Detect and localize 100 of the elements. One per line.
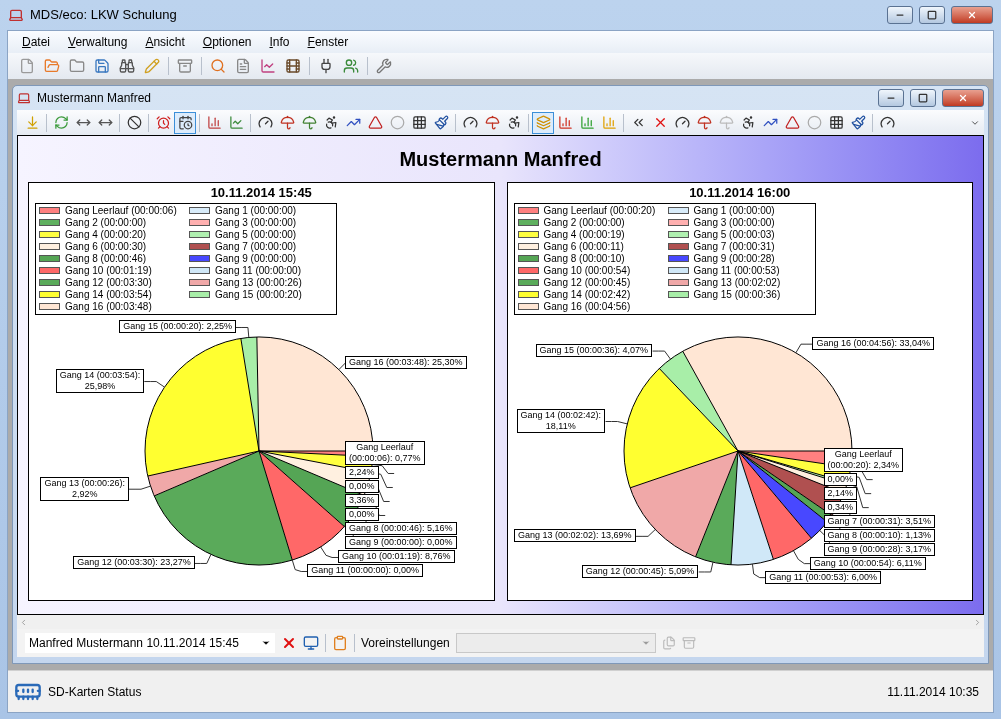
legend-label: Gang 13 (00:02:02) (693, 276, 781, 289)
close-button[interactable] (942, 89, 984, 107)
wrench-icon (376, 58, 392, 74)
leader-line (697, 561, 713, 572)
legend-label: Gang 1 (00:00:00) (693, 204, 775, 217)
legend-label: Gang 3 (00:00:00) (215, 216, 297, 229)
chart-title: 10.11.2014 16:00 (689, 184, 791, 202)
legend-label: Gang 7 (00:00:00) (215, 240, 297, 253)
data-label: Gang 11 (00:00:00): 0,00% (307, 564, 424, 578)
report-heading: Mustermann Manfred (399, 147, 602, 172)
horizontal-scrollbar[interactable] (17, 615, 984, 629)
clock-icon (155, 115, 171, 130)
data-label: Gang Leerlauf (00:00:06): 0,77% (345, 441, 425, 466)
folder-icon (44, 58, 60, 74)
data-label: Gang 14 (00:02:42): 18,11% (516, 409, 606, 433)
legend-label: Gang 8 (00:00:46) (65, 252, 147, 265)
close-icon (958, 93, 968, 103)
menu-item[interactable]: Fenster (299, 33, 357, 51)
record-dropdown[interactable]: Manfred Mustermann 10.11.2014 15:45 (25, 633, 275, 653)
leader-line (792, 549, 811, 564)
figure-icon (506, 115, 522, 130)
data-label: Gang 15 (00:00:36): 4,07% (535, 344, 653, 358)
brush-icon (433, 115, 449, 130)
data-label: Gang 16 (00:04:56): 33,04% (812, 337, 935, 351)
data-label: Gang 10 (00:00:54): 6,11% (809, 556, 926, 570)
plug-icon (318, 58, 334, 74)
bar-chart-icon (579, 115, 595, 130)
menu-item[interactable]: Info (261, 33, 298, 51)
gauge-icon (257, 115, 273, 130)
line-chart-icon (228, 115, 244, 130)
data-label: 0,00% (345, 508, 379, 522)
leader-line (143, 380, 166, 388)
maximize-button[interactable] (910, 89, 936, 107)
data-label: Gang 12 (00:00:45): 5,09% (581, 564, 699, 578)
legend-label: Gang 14 (00:02:42) (543, 288, 631, 301)
monitor-icon[interactable] (303, 635, 319, 651)
maximize-icon (927, 10, 937, 20)
leader-line (604, 420, 628, 424)
window-title: MDS/eco: LKW Schulung (30, 6, 177, 25)
data-label: Gang 9 (00:00:00): 0,00% (345, 536, 457, 550)
leader-line (751, 563, 766, 578)
brush-icon (850, 115, 866, 130)
search-icon (210, 58, 226, 74)
legend-label: Gang 8 (00:00:10) (543, 252, 625, 265)
menu-item[interactable]: Optionen (194, 33, 260, 51)
calendar-button[interactable] (174, 111, 196, 134)
folder-icon (69, 58, 85, 74)
presets-label: Voreinstellungen (361, 635, 450, 652)
data-label: Gang 13 (00:00:26): 2,92% (40, 476, 130, 501)
data-label: Gang 7 (00:00:31): 3,51% (823, 514, 936, 528)
legend-label: Gang 2 (00:00:00) (65, 216, 147, 229)
caret-icon (261, 638, 271, 648)
legend-label: Gang 12 (00:00:45) (543, 276, 631, 289)
bar-chart-icon (601, 115, 617, 130)
maximize-button[interactable] (919, 6, 945, 24)
menu-item[interactable]: Datei (14, 33, 59, 51)
legend-label: Gang 5 (00:00:03) (693, 228, 775, 241)
delete-icon[interactable] (281, 635, 297, 651)
archive-icon (681, 636, 696, 650)
legend-label: Gang 6 (00:00:30) (65, 240, 147, 253)
legend-label: Gang 9 (00:00:00) (215, 252, 297, 265)
leader-line (651, 350, 671, 360)
legend-label: Gang 10 (00:00:54) (543, 264, 631, 277)
archive-icon (177, 58, 193, 74)
maximize-icon (918, 93, 928, 103)
legend-label: Gang 4 (00:00:19) (543, 228, 625, 241)
legend-label: Gang 13 (00:00:26) (215, 276, 302, 289)
close-button[interactable] (951, 6, 993, 24)
legend-label: Gang 14 (00:03:54) (65, 288, 152, 301)
legend-label: Gang 3 (00:00:00) (693, 216, 775, 229)
minimize-button[interactable] (878, 89, 904, 107)
legend-label: Gang 1 (00:00:00) (215, 204, 297, 217)
refresh-icon (53, 115, 69, 130)
legend-label: Gang 11 (00:00:53) (693, 264, 780, 277)
leader-line (635, 528, 656, 537)
app-icon (8, 7, 24, 23)
legend-label: Gang 12 (00:03:30) (65, 276, 152, 289)
menu-item[interactable]: Ansicht (137, 33, 193, 51)
leader-line (320, 545, 339, 558)
chart-title: 10.11.2014 15:45 (210, 184, 312, 202)
layers-button[interactable] (532, 111, 554, 134)
scroll-right-icon (973, 617, 982, 627)
status-datetime: 11.11.2014 10:35 (887, 683, 980, 701)
child-window-title: Mustermann Manfred (37, 90, 152, 107)
data-label: Gang 11 (00:00:53): 6,00% (765, 570, 882, 584)
clipboard-icon[interactable] (332, 635, 348, 651)
empty-set-icon (126, 115, 142, 130)
minimize-button[interactable] (887, 6, 913, 24)
leader-line (291, 559, 308, 572)
menu-item[interactable]: Verwaltung (60, 33, 136, 51)
film-icon (285, 58, 301, 74)
copy-icon (661, 636, 676, 650)
document-icon (17, 91, 31, 105)
circle-icon (389, 115, 405, 130)
leader-line (194, 553, 212, 564)
data-label: Gang 9 (00:00:28): 3,17% (823, 542, 936, 556)
leader-line (794, 343, 813, 353)
data-label: 0,00% (345, 480, 379, 494)
data-label: Gang 8 (00:00:10): 1,13% (823, 528, 936, 542)
legend-label: Gang 11 (00:00:00) (215, 264, 301, 277)
